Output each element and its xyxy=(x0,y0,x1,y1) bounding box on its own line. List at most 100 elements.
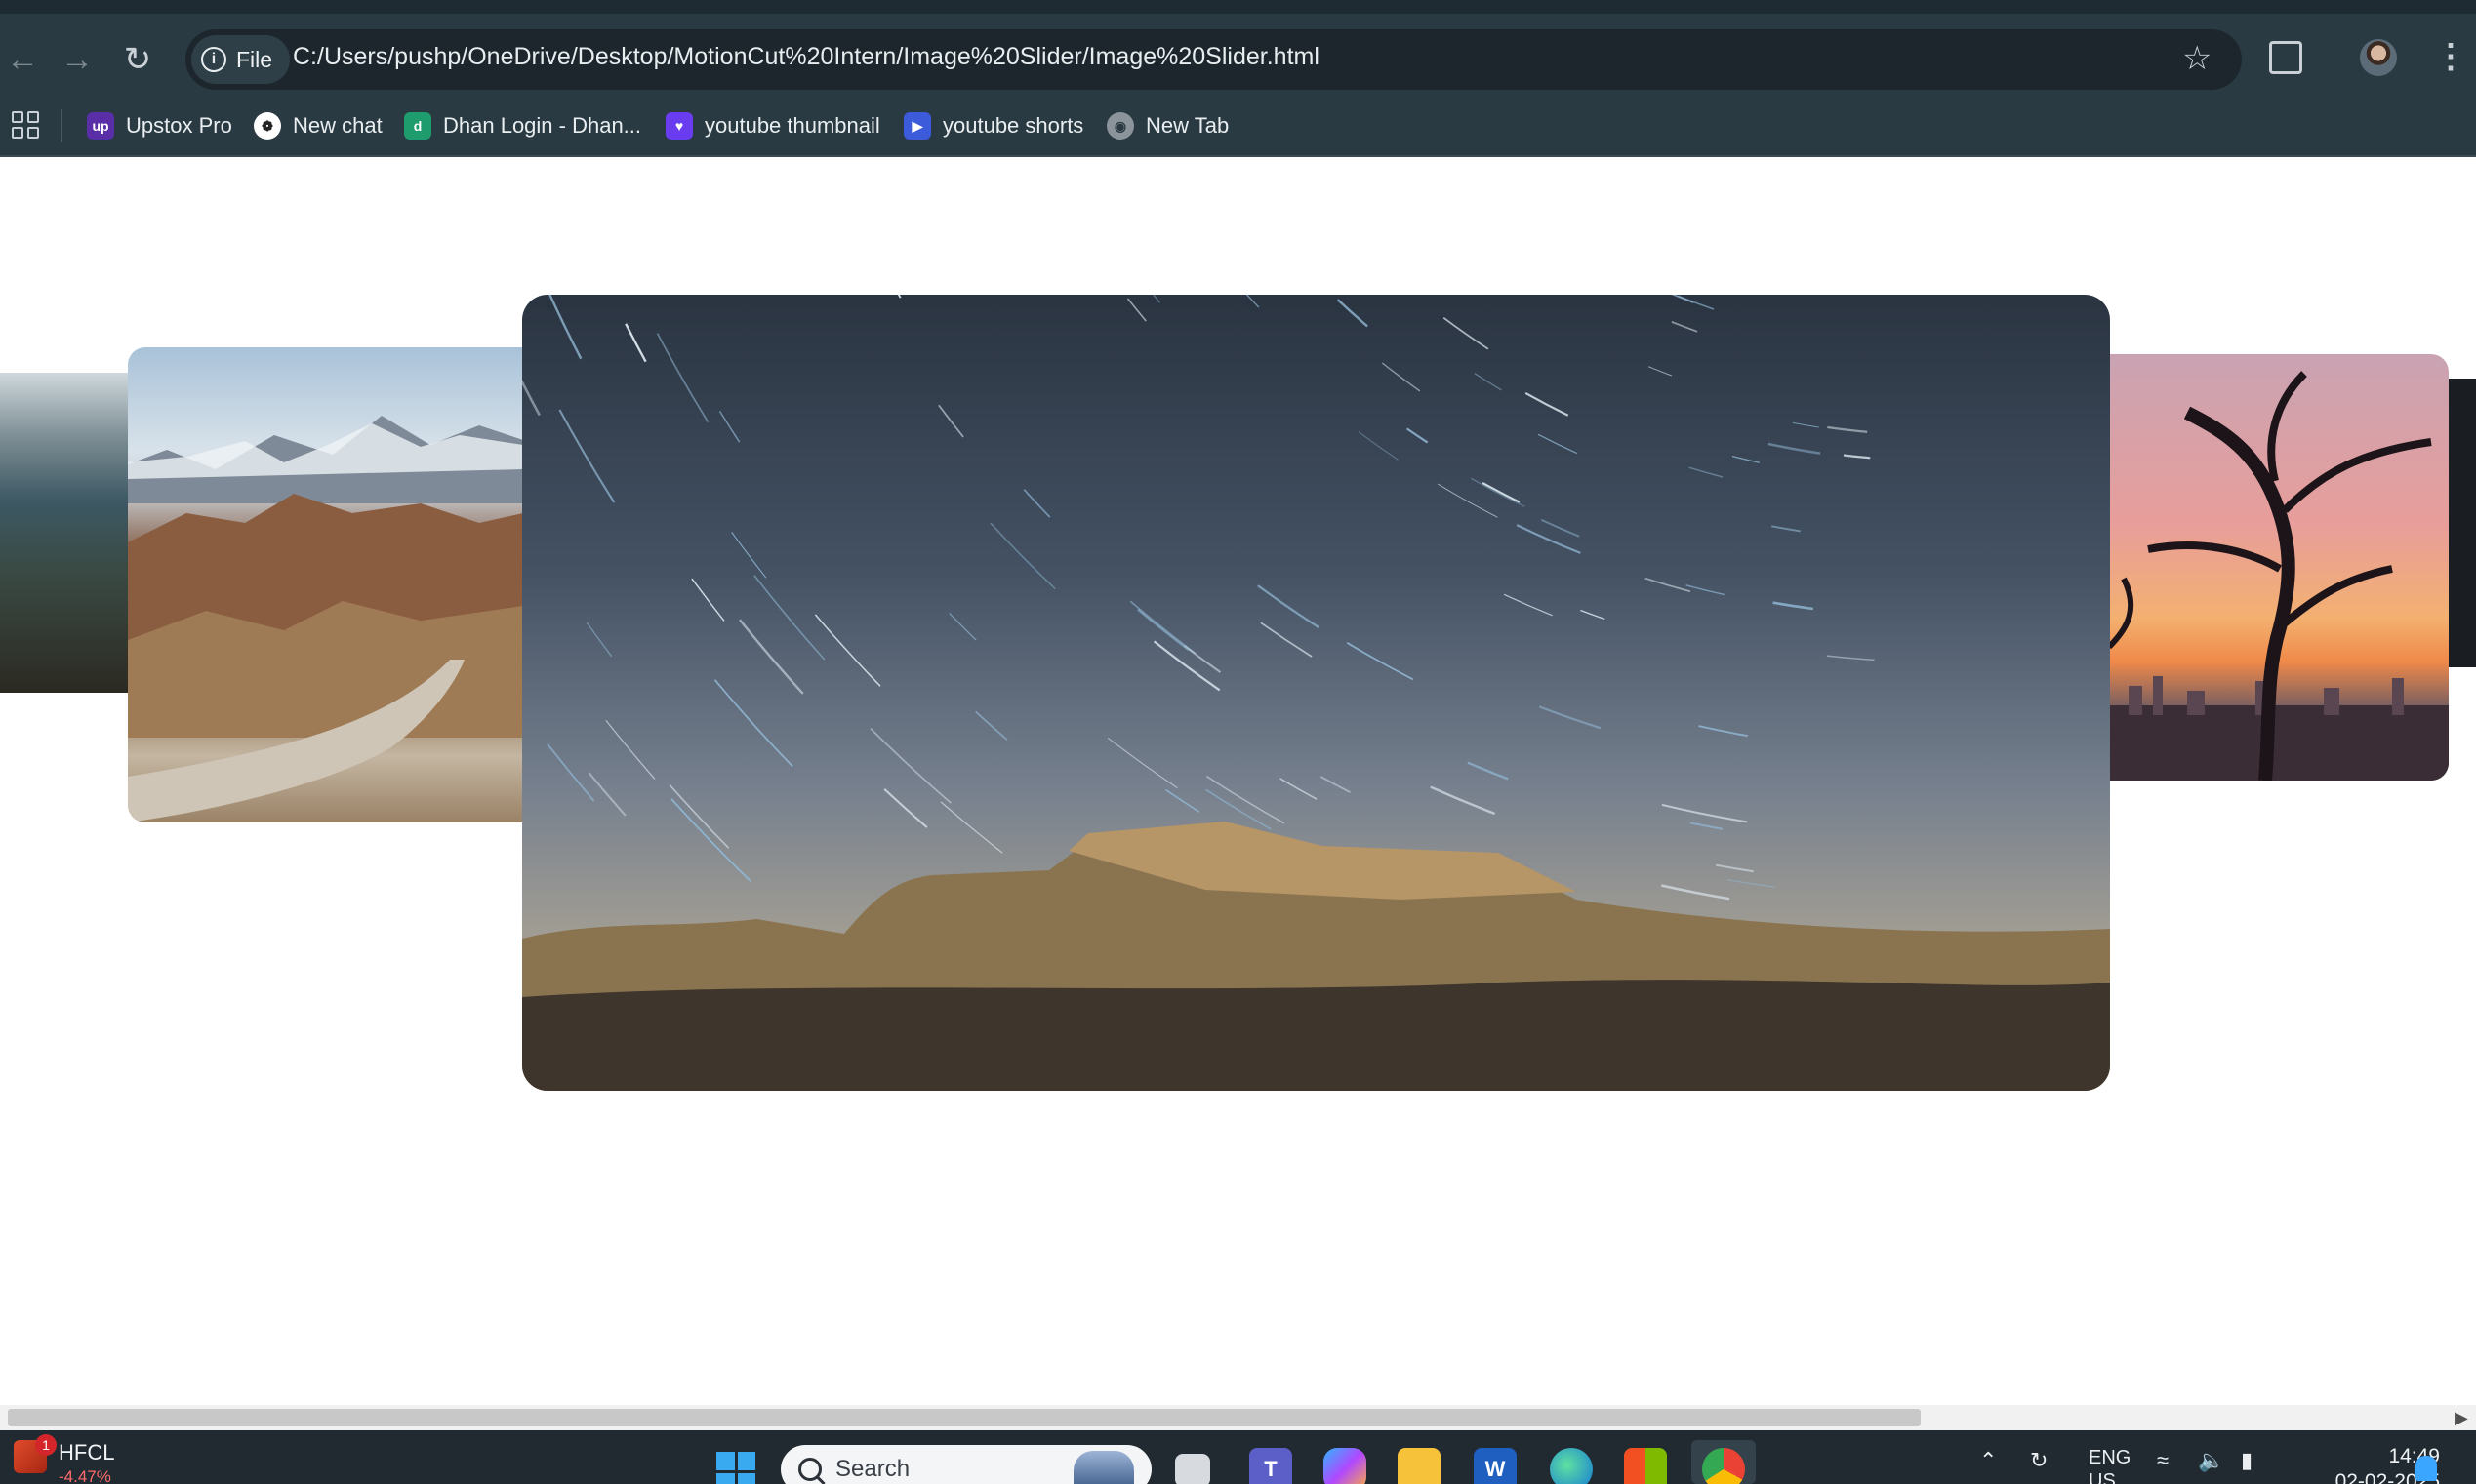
video-icon: ▶ xyxy=(904,112,931,140)
taskbar-search[interactable]: Search xyxy=(781,1445,1152,1484)
star-trail xyxy=(1260,622,1313,658)
star-trail xyxy=(625,323,647,363)
heart-icon: ♥ xyxy=(666,112,693,140)
bookmark-new-tab[interactable]: ◉ New Tab xyxy=(1107,108,1229,143)
sync-icon[interactable]: ↻ xyxy=(2030,1448,2048,1473)
slider-image-right[interactable] xyxy=(2109,354,2449,781)
bookmark-youtube-shorts[interactable]: ▶ youtube shorts xyxy=(904,108,1083,143)
site-info-chip[interactable]: i File xyxy=(191,35,291,84)
star-trail xyxy=(1381,362,1421,392)
info-icon: i xyxy=(201,47,226,72)
search-highlight-icon xyxy=(1074,1451,1134,1484)
star-trail xyxy=(1257,584,1320,629)
show-hidden-icons-chevron-icon[interactable]: ⌃ xyxy=(1979,1448,1997,1473)
scrollbar-thumb[interactable] xyxy=(8,1409,1921,1426)
file-explorer-icon[interactable] xyxy=(1398,1448,1441,1484)
search-placeholder: Search xyxy=(835,1456,911,1482)
star-trail xyxy=(718,411,741,443)
copilot-icon[interactable] xyxy=(1323,1448,1366,1484)
menu-kebab-icon[interactable]: ⋮ xyxy=(2434,37,2467,76)
star-trail xyxy=(1467,761,1509,781)
star-trail xyxy=(1245,295,1260,308)
wifi-icon[interactable]: ≈ xyxy=(2157,1448,2169,1473)
profile-avatar[interactable] xyxy=(2360,39,2397,76)
star-trail xyxy=(1726,879,1775,888)
star-trail xyxy=(1126,298,1147,322)
star-trail xyxy=(1540,518,1580,538)
star-trail xyxy=(588,772,627,817)
star-trail xyxy=(669,784,730,849)
stock-widget[interactable]: 1 HFCL -4.47% xyxy=(14,1434,115,1484)
language-indicator[interactable]: ENG US xyxy=(2089,1446,2131,1484)
tab-strip xyxy=(0,0,2476,14)
slider-image-center-active[interactable] xyxy=(522,295,2110,1091)
star-trail xyxy=(1137,608,1190,652)
star-trail xyxy=(1580,609,1605,621)
back-icon[interactable]: ← xyxy=(0,37,45,82)
bookmarks-separator xyxy=(61,109,62,142)
apps-grid-icon[interactable] xyxy=(12,111,39,139)
upstox-icon: up xyxy=(87,112,114,140)
star-trail xyxy=(1107,737,1178,789)
bookmark-label: New chat xyxy=(293,113,383,138)
url-text[interactable]: C:/Users/pushp/OneDrive/Desktop/MotionCu… xyxy=(293,43,1319,71)
star-trail xyxy=(1731,455,1760,463)
foreground-terrain xyxy=(522,980,2110,1091)
star-trail xyxy=(1358,430,1399,461)
star-trail xyxy=(1524,391,1569,417)
slider-image-far-left[interactable] xyxy=(0,373,128,693)
bookmark-label: Dhan Login - Dhan... xyxy=(443,113,642,138)
stock-chart-icon: 1 xyxy=(14,1434,57,1473)
star-trail xyxy=(1405,427,1429,444)
star-trail xyxy=(1685,584,1725,596)
extensions-icon[interactable] xyxy=(2269,41,2302,74)
bookmark-label: Upstox Pro xyxy=(126,113,232,138)
globe-icon: ◉ xyxy=(1107,112,1134,140)
stock-name: HFCL xyxy=(59,1440,115,1464)
bookmark-label: youtube shorts xyxy=(943,113,1084,138)
star-trails-illustration xyxy=(522,295,2110,1091)
star-trail xyxy=(1792,421,1819,428)
star-trail xyxy=(1698,725,1748,738)
bookmark-upstox[interactable]: up Upstox Pro xyxy=(87,108,232,143)
bookmark-new-chat[interactable]: ❁ New chat xyxy=(254,108,383,143)
volume-icon[interactable]: 🔈 xyxy=(2198,1448,2224,1473)
keyboard-layout: US xyxy=(2089,1470,2116,1484)
slider-image-far-right[interactable] xyxy=(2445,379,2476,667)
star-trail xyxy=(1715,863,1754,873)
star-trail xyxy=(814,614,881,687)
star-trail xyxy=(522,379,541,417)
star-trail xyxy=(1165,788,1200,813)
chrome-icon[interactable] xyxy=(1702,1448,1745,1484)
bookmark-dhan-login[interactable]: d Dhan Login - Dhan... xyxy=(404,108,641,143)
star-trail xyxy=(1689,822,1723,830)
star-trail xyxy=(1319,776,1351,793)
stock-change: -4.47% xyxy=(59,1467,111,1484)
bookmark-star-icon[interactable]: ☆ xyxy=(2182,39,2212,78)
battery-icon[interactable]: ▮ xyxy=(2241,1448,2253,1473)
task-view-icon[interactable] xyxy=(1175,1454,1210,1484)
star-trail xyxy=(586,622,613,658)
slider-image-left[interactable] xyxy=(128,347,523,822)
edge-icon[interactable] xyxy=(1550,1448,1593,1484)
scroll-right-arrow-icon[interactable]: ▶ xyxy=(2455,1408,2468,1428)
notifications-bell-icon[interactable] xyxy=(2415,1456,2437,1481)
star-trail xyxy=(1843,454,1871,460)
windows-start-icon[interactable] xyxy=(716,1452,755,1484)
star-trail xyxy=(731,532,767,579)
reload-icon[interactable]: ↻ xyxy=(115,37,160,82)
site-info-label: File xyxy=(236,46,273,72)
star-trail xyxy=(1661,803,1748,823)
language-code: ENG xyxy=(2089,1447,2131,1468)
forward-icon[interactable]: → xyxy=(55,37,100,82)
star-trail xyxy=(938,404,964,438)
chatgpt-icon: ❁ xyxy=(254,112,281,140)
word-icon[interactable]: W xyxy=(1474,1448,1517,1484)
star-trail xyxy=(738,619,804,695)
star-trail xyxy=(975,710,1008,741)
star-trail xyxy=(547,743,595,802)
star-trail xyxy=(940,801,1003,854)
teams-icon[interactable]: T xyxy=(1249,1448,1292,1484)
store-icon[interactable] xyxy=(1624,1448,1667,1484)
bookmark-youtube-thumbnail[interactable]: ♥ youtube thumbnail xyxy=(666,108,880,143)
